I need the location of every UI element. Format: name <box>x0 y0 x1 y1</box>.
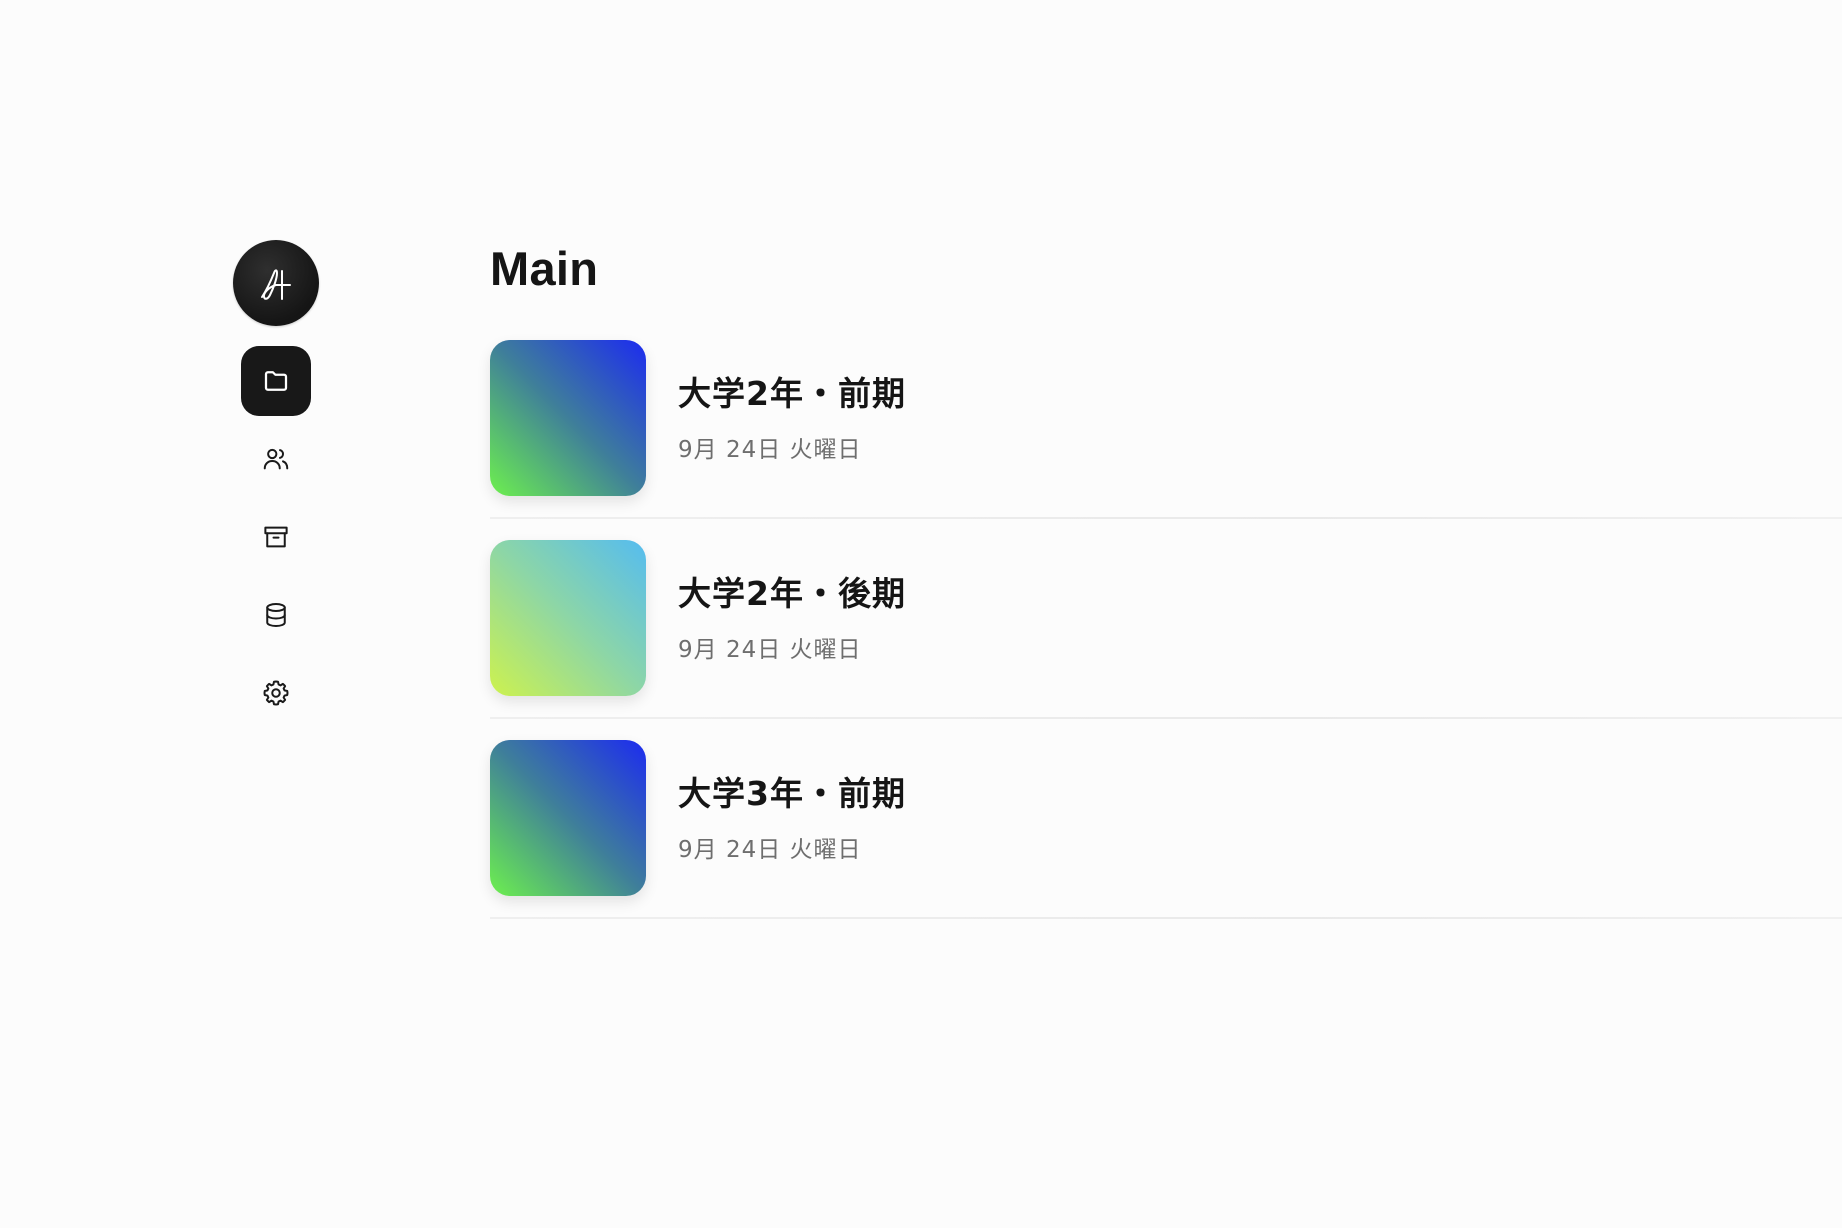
item-thumbnail <box>490 340 646 496</box>
archive-icon <box>264 526 288 548</box>
gear-icon <box>263 680 289 706</box>
list-item[interactable]: 大学2年・後期 9月 24日 火曜日 <box>490 540 1842 740</box>
sidebar-item-settings[interactable] <box>241 658 311 728</box>
signature-logo-icon <box>261 269 291 300</box>
database-icon <box>266 603 286 627</box>
item-date: 9月 24日 火曜日 <box>678 637 862 663</box>
sidebar-item-archive[interactable] <box>241 502 311 572</box>
item-date: 9月 24日 火曜日 <box>678 837 862 863</box>
item-thumbnail <box>490 540 646 696</box>
app-logo[interactable] <box>233 240 319 326</box>
item-title: 大学2年・前期 <box>678 374 906 413</box>
item-thumbnail <box>490 740 646 896</box>
semester-list: 大学2年・前期 9月 24日 火曜日 大学2年・後期 9月 24日 火曜日 大学… <box>490 340 1842 940</box>
item-title: 大学3年・前期 <box>678 774 906 813</box>
item-text: 大学3年・前期 9月 24日 火曜日 <box>678 740 906 864</box>
folder-icon <box>264 371 288 391</box>
item-date: 9月 24日 火曜日 <box>678 437 862 463</box>
app-window: Main 大学2年・前期 9月 24日 火曜日 大学2年・後期 9月 24日 火… <box>0 0 1842 1228</box>
sidebar-item-people[interactable] <box>241 424 311 494</box>
users-icon <box>263 448 289 470</box>
sidebar-item-database[interactable] <box>241 580 311 650</box>
item-text: 大学2年・前期 9月 24日 火曜日 <box>678 340 906 464</box>
item-text: 大学2年・後期 9月 24日 火曜日 <box>678 540 906 664</box>
page-title: Main <box>490 242 599 295</box>
sidebar-item-files[interactable] <box>241 346 311 416</box>
list-item[interactable]: 大学2年・前期 9月 24日 火曜日 <box>490 340 1842 540</box>
item-title: 大学2年・後期 <box>678 574 906 613</box>
main-content: Main 大学2年・前期 9月 24日 火曜日 大学2年・後期 9月 24日 火… <box>490 240 1842 940</box>
sidebar <box>232 240 320 728</box>
list-item[interactable]: 大学3年・前期 9月 24日 火曜日 <box>490 740 1842 940</box>
